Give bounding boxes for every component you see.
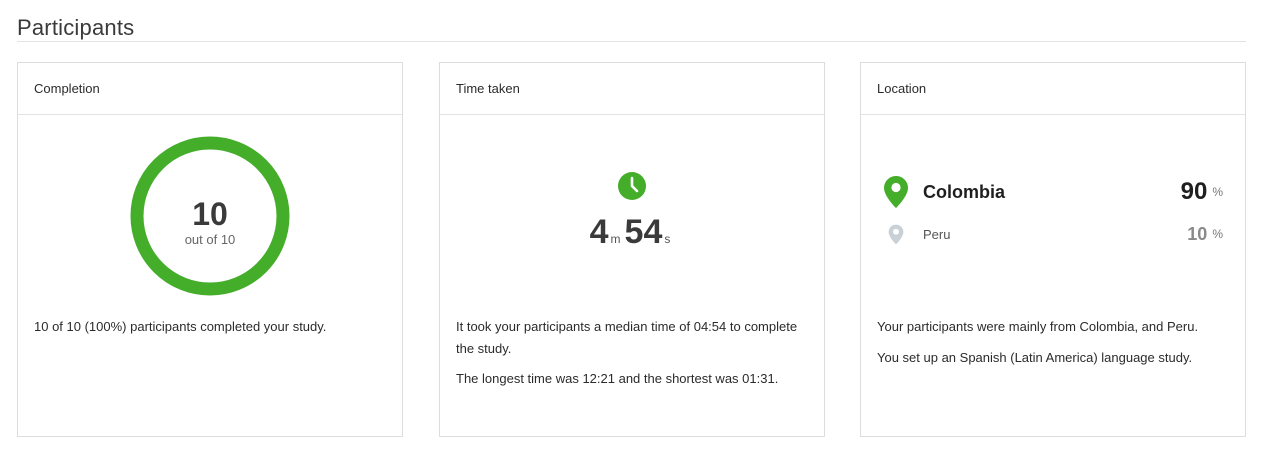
clock-icon	[618, 172, 646, 200]
median-seconds: 54	[624, 213, 663, 251]
completion-out-of: out of 10	[184, 232, 236, 247]
divider	[17, 41, 1246, 42]
location-name: Peru	[923, 226, 951, 242]
time-taken-card-header: Time taken	[440, 63, 824, 115]
location-summary-language: You set up an Spanish (Latin America) la…	[877, 350, 1193, 365]
completion-card-header: Completion	[18, 63, 402, 115]
time-summary-range: The longest time was 12:21 and the short…	[456, 371, 779, 386]
seconds-unit: s	[664, 232, 671, 246]
map-pin-icon	[884, 176, 908, 208]
page-title: Participants	[17, 15, 135, 40]
location-card-header: Location	[861, 63, 1245, 115]
map-pin-icon	[888, 224, 904, 244]
time-taken-card: Time taken 4 m 54 s It took your participan…	[439, 62, 825, 437]
completion-card: Completion 10 out of 10 10 of 10 (100%) …	[17, 62, 403, 437]
completion-summary: 10 of 10 (100%) participants completed y…	[34, 319, 327, 334]
location-percent: 10	[1187, 223, 1208, 244]
percent-symbol: %	[1212, 185, 1223, 199]
completion-count: 10	[192, 196, 228, 232]
location-row: Peru 10 %	[881, 222, 1223, 246]
location-name: Colombia	[923, 181, 1006, 202]
time-summary-median: It took your participants a median time …	[456, 319, 798, 356]
median-time: 4 m 54 s	[440, 213, 824, 252]
location-summary-countries: Your participants were mainly from Colom…	[877, 319, 1199, 334]
minutes-unit: m	[610, 232, 621, 246]
percent-symbol: %	[1212, 227, 1223, 241]
median-minutes: 4	[589, 213, 609, 251]
location-row: Colombia 90 %	[881, 174, 1223, 210]
location-card: Location Colombia 90 % Peru 10 % Your pa…	[860, 62, 1246, 437]
location-percent: 90	[1180, 178, 1208, 205]
